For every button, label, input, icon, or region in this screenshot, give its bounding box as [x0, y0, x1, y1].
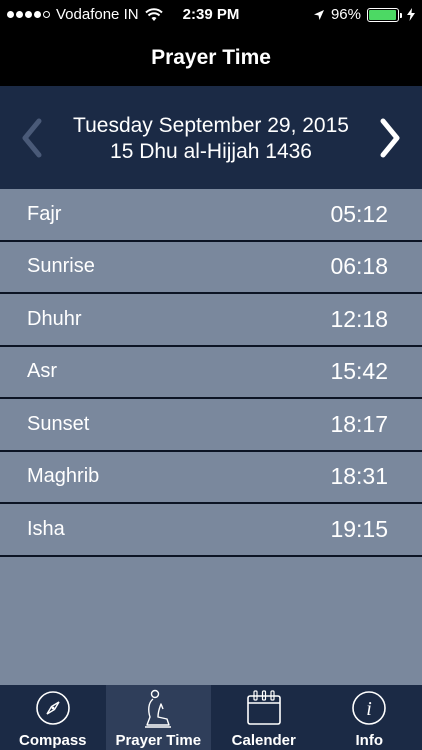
svg-text:i: i: [366, 698, 372, 720]
prayer-time: 18:17: [330, 410, 388, 437]
prayer-row-sunset[interactable]: Sunset 18:17: [0, 399, 422, 452]
tab-label: Prayer Time: [115, 732, 202, 749]
prayer-name: Fajr: [27, 202, 62, 225]
info-icon: i: [352, 691, 387, 725]
prayer-time: 18:31: [330, 463, 388, 490]
prayer-time: 15:42: [330, 358, 388, 385]
chevron-right-icon: [380, 118, 400, 158]
tab-compass[interactable]: Compass: [0, 685, 106, 750]
prayer-time-list: Fajr 05:12 Sunrise 06:18 Dhuhr 12:18 Asr…: [0, 189, 422, 685]
date-header: Tuesday September 29, 2015 15 Dhu al-Hij…: [0, 86, 422, 189]
compass-icon: [35, 691, 70, 725]
battery-percent: 96%: [330, 6, 361, 23]
tab-label: Compass: [18, 732, 87, 749]
praying-person-icon: [145, 689, 172, 728]
status-bar: Vodafone IN 2:39 PM 96%: [0, 0, 422, 30]
prayer-time: 19:15: [330, 515, 388, 542]
navigation-bar: Prayer Time: [0, 30, 422, 86]
tab-info[interactable]: i Info: [317, 685, 422, 750]
prayer-row-isha[interactable]: Isha 19:15: [0, 504, 422, 557]
prayer-time: 06:18: [330, 253, 388, 280]
prayer-name: Isha: [27, 517, 65, 540]
prayer-time: 12:18: [330, 305, 388, 332]
battery-icon: [367, 7, 402, 22]
location-arrow-icon: [313, 9, 324, 20]
tab-bar: Compass Prayer Time Calender i Info: [0, 685, 422, 750]
hijri-date: 15 Dhu al-Hijjah 1436: [110, 140, 312, 163]
tab-label: Calender: [231, 732, 296, 749]
prayer-row-maghrib[interactable]: Maghrib 18:31: [0, 452, 422, 504]
page-title: Prayer Time: [151, 46, 271, 69]
tab-label: Info: [355, 732, 384, 749]
prayer-name: Asr: [27, 360, 57, 383]
status-right: 96%: [313, 6, 415, 23]
charging-bolt-icon: [407, 8, 415, 21]
next-day-button[interactable]: [370, 108, 410, 168]
tab-calender[interactable]: Calender: [211, 685, 317, 750]
prayer-name: Sunrise: [27, 255, 95, 278]
prayer-row-asr[interactable]: Asr 15:42: [0, 347, 422, 399]
date-display: Tuesday September 29, 2015 15 Dhu al-Hij…: [0, 113, 422, 165]
prayer-row-dhuhr[interactable]: Dhuhr 12:18: [0, 294, 422, 347]
gregorian-date: Tuesday September 29, 2015: [73, 114, 349, 137]
prayer-row-sunrise[interactable]: Sunrise 06:18: [0, 242, 422, 294]
prayer-row-fajr[interactable]: Fajr 05:12: [0, 189, 422, 242]
prayer-name: Maghrib: [27, 465, 100, 488]
prayer-time: 05:12: [330, 200, 388, 227]
prayer-name: Sunset: [27, 412, 90, 435]
prayer-name: Dhuhr: [27, 307, 82, 330]
tab-prayer-time[interactable]: Prayer Time: [105, 685, 211, 750]
calendar-icon: [246, 690, 281, 725]
